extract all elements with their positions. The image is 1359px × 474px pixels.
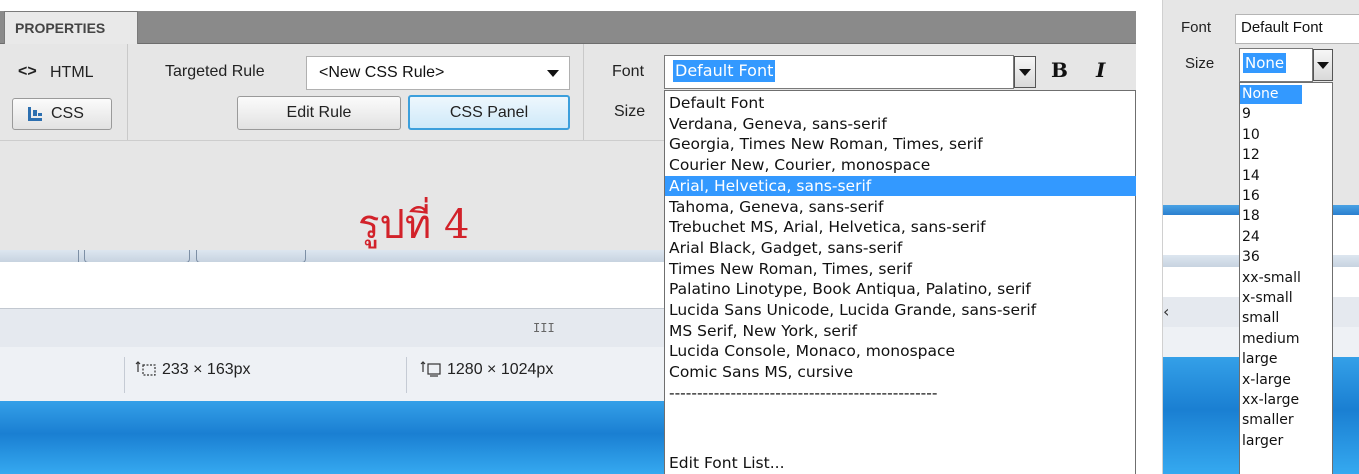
- targeted-rule-select[interactable]: <New CSS Rule>: [306, 56, 570, 90]
- chevron-down-icon: [547, 70, 559, 77]
- font-combobox[interactable]: Default Font: [664, 55, 1014, 89]
- font-option[interactable]: Comic Sans MS, cursive: [665, 362, 1136, 382]
- css-label: CSS: [51, 105, 84, 122]
- font-dropdown-list[interactable]: Default Font Verdana, Geneva, sans-serif G…: [664, 90, 1136, 474]
- size-option[interactable]: large: [1240, 350, 1302, 369]
- dimension-readout: 1280 × 1024px: [447, 361, 554, 378]
- size-label: Size: [614, 103, 646, 120]
- document-tab-strip: [0, 250, 664, 263]
- size-dropdown-screenshot: ‹ Font Default Font Size None None 9 10 12 1…: [1162, 0, 1359, 474]
- size-label: Size: [1185, 55, 1215, 72]
- properties-panel-screenshot: PROPERTIES <> HTML CSS Targeted Rule <Ne…: [0, 0, 1136, 474]
- font-option[interactable]: Courier New, Courier, monospace: [665, 155, 1136, 175]
- css-grid-icon: [28, 107, 42, 121]
- css-panel-button[interactable]: CSS Panel: [408, 95, 570, 130]
- divider: [78, 250, 79, 262]
- font-option[interactable]: MS Serif, New York, serif: [665, 321, 1136, 341]
- italic-button[interactable]: I: [1096, 58, 1105, 82]
- font-dropdown-button[interactable]: [1014, 56, 1036, 88]
- size-option[interactable]: None: [1240, 85, 1302, 104]
- targeted-rule-label: Targeted Rule: [165, 63, 265, 80]
- font-option[interactable]: Palatino Linotype, Book Antiqua, Palatin…: [665, 279, 1136, 299]
- divider: [124, 357, 125, 393]
- html-label: HTML: [50, 64, 94, 81]
- document-canvas: [0, 262, 664, 307]
- tab-properties[interactable]: PROPERTIES: [4, 11, 138, 45]
- font-option[interactable]: Lucida Sans Unicode, Lucida Grande, sans…: [665, 300, 1136, 320]
- font-label: Font: [612, 63, 645, 80]
- font-option[interactable]: Arial Black, Gadget, sans-serif: [665, 238, 1136, 258]
- html-mode-button[interactable]: <> HTML: [16, 60, 126, 88]
- size-combobox[interactable]: None: [1239, 48, 1313, 82]
- bold-button[interactable]: B: [1051, 58, 1068, 82]
- size-option[interactable]: medium: [1240, 330, 1302, 349]
- font-combobox-value[interactable]: Default Font: [673, 60, 776, 82]
- size-dropdown-button[interactable]: [1313, 49, 1333, 81]
- font-label: Font: [1181, 19, 1212, 36]
- taskbar: [0, 401, 664, 474]
- font-option[interactable]: Times New Roman, Times, serif: [665, 259, 1136, 279]
- font-option[interactable]: Lucida Console, Monaco, monospace: [665, 341, 1136, 361]
- edit-font-list-option[interactable]: Edit Font List...: [665, 453, 1136, 473]
- size-option[interactable]: xx-small: [1240, 269, 1302, 288]
- font-option[interactable]: Trebuchet MS, Arial, Helvetica, sans-ser…: [665, 217, 1136, 237]
- css-mode-button[interactable]: CSS: [12, 98, 112, 130]
- size-combobox-value[interactable]: None: [1243, 53, 1287, 73]
- size-option[interactable]: xx-large: [1240, 391, 1302, 410]
- chevron-down-icon: [1317, 62, 1329, 69]
- size-option[interactable]: smaller: [1240, 411, 1302, 430]
- status-bar: 233 × 163px 1280 × 1024px: [0, 347, 664, 401]
- size-option[interactable]: x-large: [1240, 371, 1302, 390]
- scroll-grip[interactable]: III: [533, 321, 555, 335]
- figure-caption: รูปที่ 4: [358, 202, 470, 248]
- font-option[interactable]: Default Font: [665, 93, 1136, 113]
- size-option[interactable]: 14: [1240, 167, 1302, 186]
- size-option[interactable]: 10: [1240, 126, 1302, 145]
- font-combobox-value: Default Font: [1241, 19, 1323, 36]
- size-option[interactable]: 18: [1240, 207, 1302, 226]
- size-option[interactable]: 24: [1240, 228, 1302, 247]
- screen-size-icon: [420, 361, 441, 377]
- code-brackets-icon: <>: [18, 63, 37, 80]
- size-option[interactable]: x-small: [1240, 289, 1302, 308]
- font-option[interactable]: Verdana, Geneva, sans-serif: [665, 114, 1136, 134]
- size-option[interactable]: 36: [1240, 248, 1302, 267]
- size-dropdown-list[interactable]: None 9 10 12 14 16 18 24 36 xx-small x-small small m…: [1239, 82, 1333, 474]
- size-option[interactable]: 9: [1240, 105, 1302, 124]
- chevron-down-icon: [1019, 69, 1031, 76]
- separator-option[interactable]: ----------------------------------------…: [665, 383, 1136, 403]
- divider: [127, 44, 128, 140]
- scroll-left-arrow[interactable]: ‹: [1163, 302, 1169, 321]
- horizontal-scrollbar[interactable]: III: [0, 308, 664, 348]
- edit-rule-button[interactable]: Edit Rule: [237, 96, 401, 130]
- tab-bar: [0, 11, 1136, 44]
- dimension-readout: 233 × 163px: [162, 361, 251, 378]
- targeted-rule-value: <New CSS Rule>: [319, 64, 445, 81]
- size-option[interactable]: 12: [1240, 146, 1302, 165]
- size-option[interactable]: small: [1240, 309, 1302, 328]
- window-size-icon: [135, 361, 156, 376]
- divider: [406, 357, 407, 393]
- size-option[interactable]: 16: [1240, 187, 1302, 206]
- top-strip: [0, 0, 1136, 11]
- font-option[interactable]: Georgia, Times New Roman, Times, serif: [665, 134, 1136, 154]
- font-option[interactable]: Arial, Helvetica, sans-serif: [665, 175, 1136, 196]
- font-option[interactable]: Tahoma, Geneva, sans-serif: [665, 197, 1136, 217]
- size-option[interactable]: larger: [1240, 432, 1302, 451]
- divider: [583, 44, 584, 140]
- font-combobox[interactable]: Default Font: [1235, 14, 1359, 44]
